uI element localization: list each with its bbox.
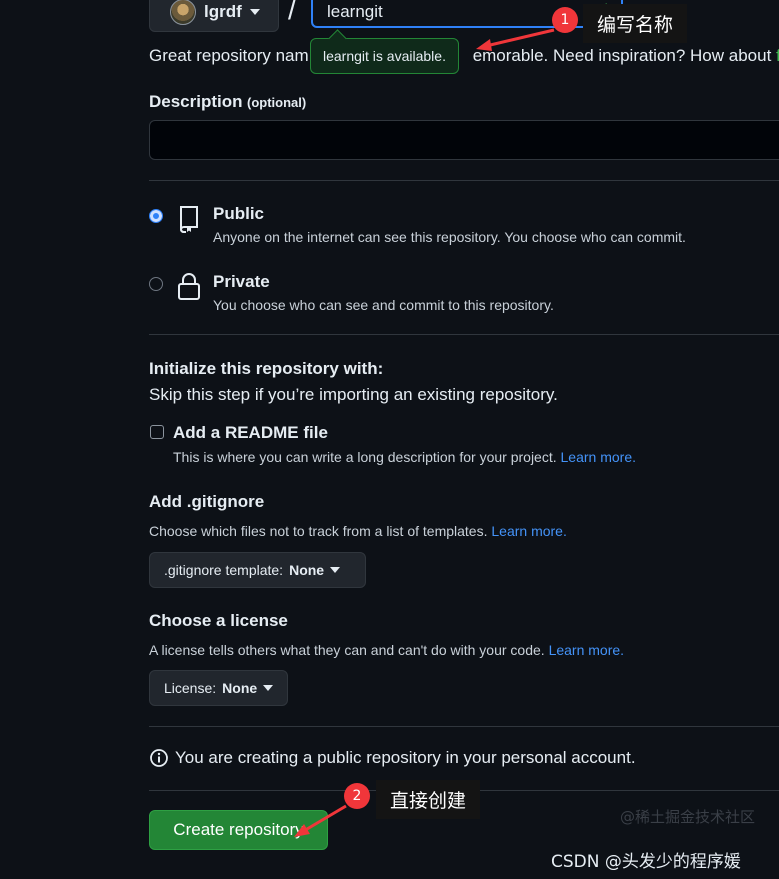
owner-select-button[interactable]: lgrdf: [149, 0, 279, 32]
description-label-text: Description: [149, 92, 243, 111]
gitignore-description: Choose which files not to track from a l…: [149, 523, 567, 539]
availability-text: learngit is available.: [323, 48, 446, 64]
optional-tag: (optional): [246, 95, 307, 110]
chevron-down-icon: [249, 9, 260, 15]
lock-icon: [178, 273, 200, 300]
info-icon: [150, 749, 168, 767]
visibility-notice: You are creating a public repository in …: [149, 748, 636, 768]
license-title: Choose a license: [149, 611, 288, 630]
readme-description: This is where you can write a long descr…: [173, 449, 636, 465]
divider: [149, 726, 779, 727]
public-description: Anyone on the internet can see this repo…: [213, 229, 686, 245]
private-title: Private: [213, 272, 270, 291]
private-radio[interactable]: [149, 277, 163, 291]
repo-icon: [180, 206, 198, 233]
description-label: Description (optional): [149, 92, 306, 112]
annotation-arrow-1: [476, 28, 555, 51]
readme-checkbox[interactable]: [150, 425, 164, 439]
hint-prefix: Great repository nam: [149, 46, 309, 65]
public-title: Public: [213, 204, 265, 223]
gitignore-learn-more-link[interactable]: Learn more.: [491, 523, 566, 539]
private-description: You choose who can see and commit to thi…: [213, 297, 554, 313]
license-desc-text: A license tells others what they can and…: [149, 642, 545, 658]
notice-text: You are creating a public repository in …: [175, 748, 636, 767]
description-input[interactable]: [149, 120, 779, 160]
divider: [149, 334, 779, 335]
owner-repo-separator: /: [288, 0, 296, 25]
license-learn-more-link[interactable]: Learn more.: [549, 642, 624, 658]
public-radio[interactable]: [149, 209, 163, 223]
readme-learn-more-link[interactable]: Learn more.: [561, 449, 636, 465]
license-description: A license tells others what they can and…: [149, 642, 624, 658]
chevron-down-icon: [263, 685, 274, 691]
repository-name-hint: Great repository nam emorable. Need inspi…: [149, 46, 779, 66]
readme-desc-text: This is where you can write a long descr…: [173, 449, 557, 465]
initialize-title: Initialize this repository with:: [149, 359, 384, 378]
chevron-down-icon: [330, 567, 341, 573]
avatar: [170, 0, 196, 25]
annotation-label-2: 直接创建: [376, 780, 481, 819]
gitignore-title: Add .gitignore: [149, 492, 265, 511]
divider: [149, 180, 779, 181]
watermark-primary: CSDN @头发少的程序媛: [551, 852, 741, 872]
gitignore-desc-text: Choose which files not to track from a l…: [149, 523, 488, 539]
watermark-secondary: @稀土掘金技术社区: [620, 808, 756, 826]
gitignore-select-button[interactable]: .gitignore template: None: [149, 552, 366, 588]
initialize-subtitle: Skip this step if you’re importing an ex…: [149, 385, 558, 404]
annotation-arrow-2: [294, 804, 347, 837]
gitignore-select-prefix: .gitignore template:: [164, 562, 284, 578]
license-select-button[interactable]: License: None: [149, 670, 288, 706]
gitignore-select-value: None: [289, 562, 325, 578]
owner-name: lgrdf: [204, 2, 242, 21]
license-select-prefix: License:: [164, 680, 217, 696]
license-select-value: None: [222, 680, 258, 696]
readme-label[interactable]: Add a README file: [173, 423, 328, 443]
availability-tooltip: learngit is available.: [310, 38, 459, 74]
annotation-label-1: 编写名称: [583, 4, 688, 43]
